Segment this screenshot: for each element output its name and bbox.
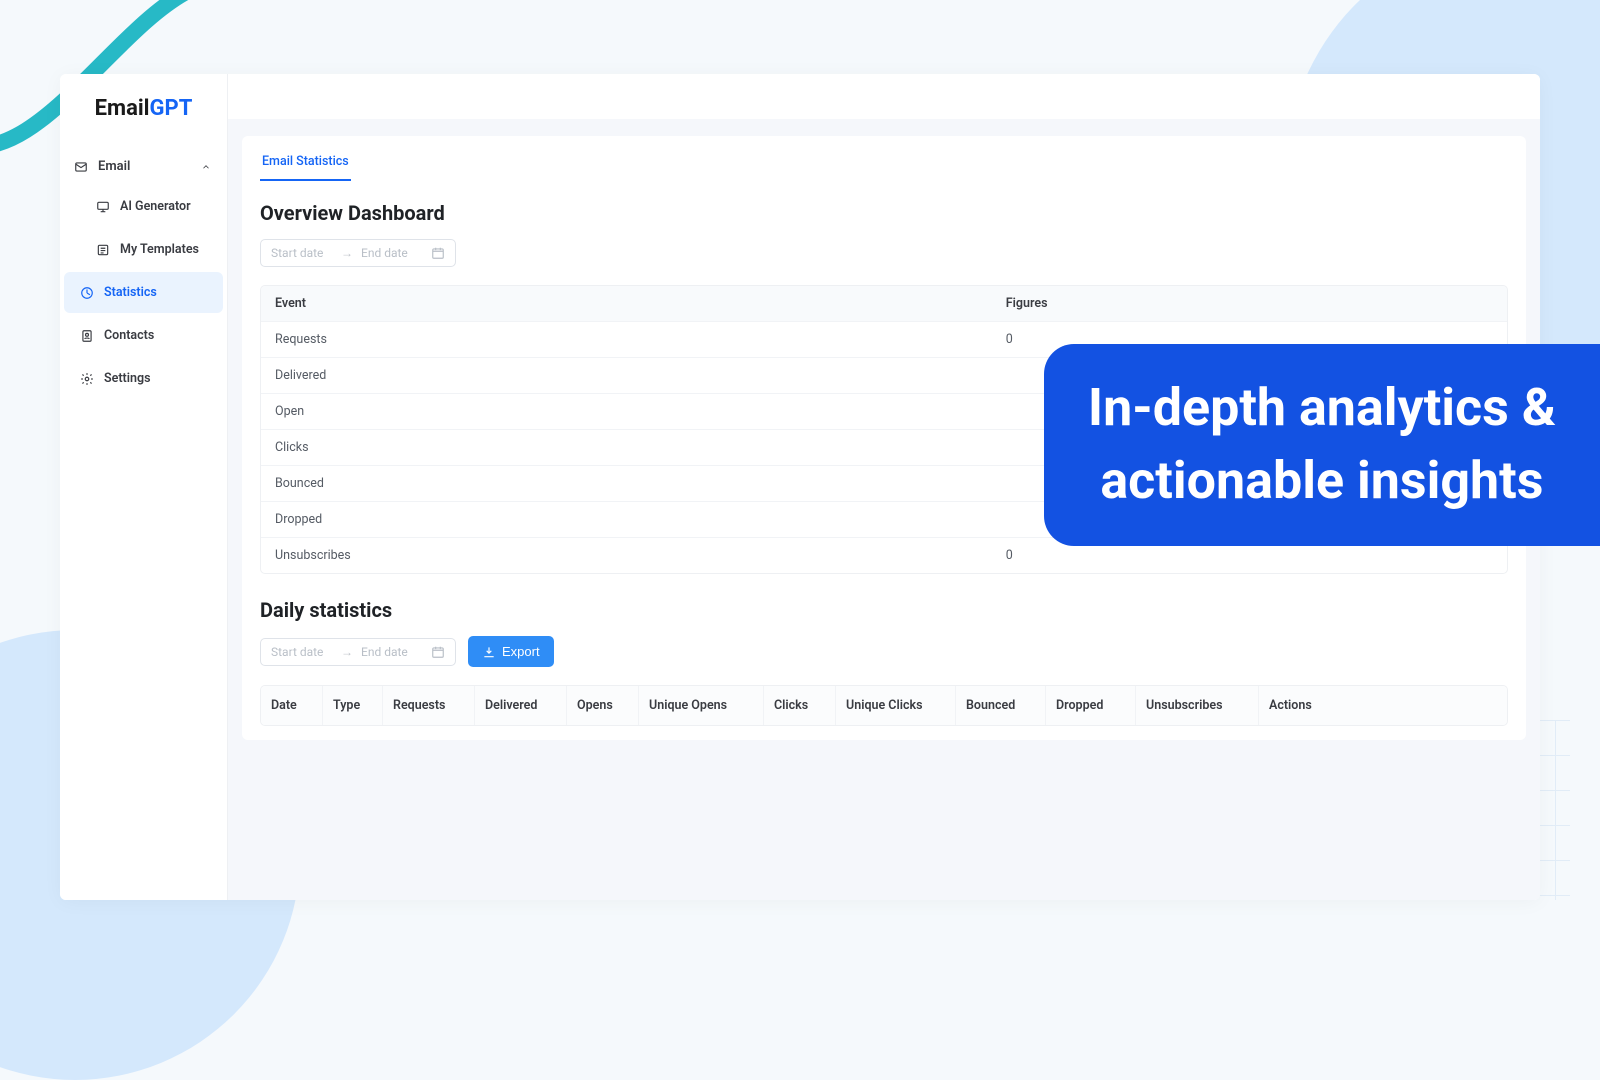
overview-cell-event: Delivered	[275, 368, 1006, 383]
daily-col-date: Date	[261, 686, 323, 725]
calendar-icon	[431, 246, 445, 260]
daily-col-type: Type	[323, 686, 383, 725]
daily-col-delivered: Delivered	[475, 686, 567, 725]
arrow-right-icon: →	[341, 645, 353, 659]
end-date-placeholder: End date	[361, 645, 423, 659]
overview-cell-event: Dropped	[275, 512, 1006, 527]
overview-header-row: Event Figures	[261, 286, 1507, 322]
sidebar-item-label: Settings	[104, 371, 151, 386]
daily-col-unsubscribes: Unsubscribes	[1136, 686, 1259, 725]
daily-table: Date Type Requests Delivered Opens Uniqu…	[260, 685, 1508, 726]
export-button-label: Export	[502, 644, 540, 659]
overview-daterange[interactable]: Start date → End date	[260, 239, 456, 267]
mail-icon	[74, 160, 88, 174]
brand-part2: GPT	[150, 96, 193, 121]
overview-cell-event: Requests	[275, 332, 1006, 347]
overview-cell-figures: 0	[1006, 548, 1493, 563]
dashboard-icon	[80, 286, 94, 300]
sidebar-section-email[interactable]: Email	[60, 149, 227, 184]
sidebar-item-my-templates[interactable]: My Templates	[64, 229, 223, 270]
sidebar-item-contacts[interactable]: Contacts	[64, 315, 223, 356]
gear-icon	[80, 372, 94, 386]
tab-email-statistics[interactable]: Email Statistics	[260, 154, 351, 181]
download-icon	[482, 645, 496, 659]
sidebar-item-label: My Templates	[120, 242, 199, 257]
daily-col-bounced: Bounced	[956, 686, 1046, 725]
heading-overview: Overview Dashboard	[260, 201, 1526, 225]
sidebar-item-ai-generator[interactable]: AI Generator	[64, 186, 223, 227]
daily-col-dropped: Dropped	[1046, 686, 1136, 725]
sidebar: EmailGPT Email AI Generator	[60, 74, 228, 900]
brand-part1: Email	[95, 96, 150, 121]
daily-header-row: Date Type Requests Delivered Opens Uniqu…	[261, 686, 1507, 725]
overview-cell-event: Open	[275, 404, 1006, 419]
daily-daterange[interactable]: Start date → End date	[260, 638, 456, 666]
list-icon	[96, 243, 110, 257]
callout-line1: In-depth analytics &	[1088, 372, 1556, 445]
start-date-placeholder: Start date	[271, 246, 333, 260]
topbar	[228, 74, 1540, 119]
daily-col-unique-opens: Unique Opens	[639, 686, 764, 725]
daily-col-requests: Requests	[383, 686, 475, 725]
calendar-icon	[431, 645, 445, 659]
export-button[interactable]: Export	[468, 636, 554, 667]
chevron-up-icon	[199, 160, 213, 174]
overview-header-figures: Figures	[1006, 296, 1493, 311]
overview-cell-event: Unsubscribes	[275, 548, 1006, 563]
arrow-right-icon: →	[341, 246, 353, 260]
sidebar-item-label: AI Generator	[120, 199, 191, 214]
daily-col-opens: Opens	[567, 686, 639, 725]
sidebar-item-label: Contacts	[104, 328, 154, 343]
daily-col-unique-clicks: Unique Clicks	[836, 686, 956, 725]
end-date-placeholder: End date	[361, 246, 423, 260]
overview-cell-event: Bounced	[275, 476, 1006, 491]
monitor-icon	[96, 200, 110, 214]
contacts-icon	[80, 329, 94, 343]
daily-col-clicks: Clicks	[764, 686, 836, 725]
overview-cell-event: Clicks	[275, 440, 1006, 455]
brand-logo: EmailGPT	[60, 74, 227, 139]
start-date-placeholder: Start date	[271, 645, 333, 659]
sidebar-item-label: Statistics	[104, 285, 157, 300]
sidebar-item-statistics[interactable]: Statistics	[64, 272, 223, 313]
callout-line2: actionable insights	[1088, 445, 1556, 518]
sidebar-section-label: Email	[98, 159, 130, 174]
sidebar-item-settings[interactable]: Settings	[64, 358, 223, 399]
daily-col-actions: Actions	[1259, 686, 1507, 725]
sidebar-nav: Email AI Generator My Templates	[60, 139, 227, 411]
heading-daily: Daily statistics	[260, 598, 1526, 622]
overview-header-event: Event	[275, 296, 1006, 311]
marketing-callout: In-depth analytics & actionable insights	[1044, 344, 1600, 546]
